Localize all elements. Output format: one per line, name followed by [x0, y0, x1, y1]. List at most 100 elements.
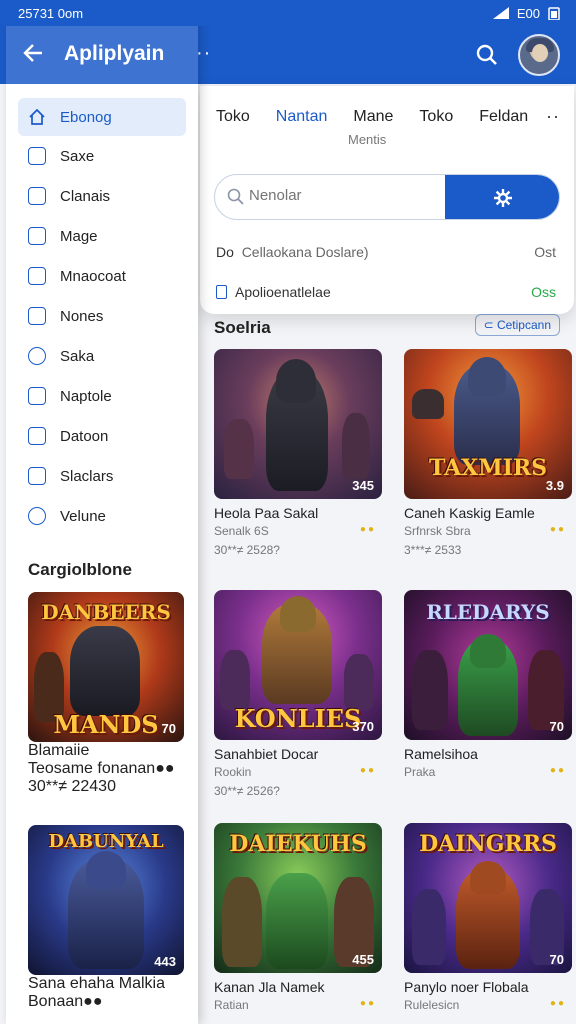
- sidebar-item-label: Nones: [60, 307, 104, 325]
- sidebar-item-label: Slaclars: [60, 467, 114, 485]
- game-badge: 70: [549, 952, 564, 967]
- overflow-dots-icon[interactable]: ··: [196, 42, 211, 65]
- search-input[interactable]: [249, 187, 439, 204]
- rating-dots-icon: ●●: [359, 765, 376, 776]
- game-title: Panylo noer Flobala: [404, 979, 529, 995]
- game-badge: 455: [352, 952, 374, 967]
- filter-row-1-text: Cellaokana Doslare): [241, 244, 369, 260]
- game-card[interactable]: DABUNYAL 443 Sana ehaha Malkia Bonaan●●: [28, 825, 184, 1011]
- tab-mane-subtitle: Mentis: [348, 132, 387, 147]
- game-card[interactable]: DAINGRRS 70 Panylo noer Flobala Rulelesi…: [404, 823, 572, 1012]
- sidebar-item-datoon[interactable]: Datoon: [6, 416, 198, 456]
- filter-row-2[interactable]: Apolioenatlelae Oss: [216, 284, 556, 300]
- game-logo: DAIEKUHS: [229, 831, 367, 857]
- tabs-panel: Toko Nantan Mane Toko Feldan Mentis ·· D…: [200, 86, 574, 314]
- game-meta: 30**≠ 22430: [28, 778, 116, 795]
- person-icon: [28, 507, 46, 525]
- status-icons: E00: [492, 5, 560, 21]
- sidebar-item-label: Ebonog: [60, 108, 112, 126]
- sidebar-item-label: Saxe: [60, 147, 95, 165]
- game-title: Heola Paa Sakal: [214, 505, 319, 521]
- sidebar-item-label: Mage: [60, 227, 98, 245]
- sidebar-item-ebonog[interactable]: Ebonog: [18, 98, 186, 136]
- filter-row-1-value: Ost: [534, 244, 556, 260]
- sidebar-item-velune[interactable]: Velune: [6, 496, 198, 536]
- tab-toko[interactable]: Toko: [216, 108, 250, 126]
- sidebar-item-mage[interactable]: Mage: [6, 216, 198, 256]
- sidebar-item-mnaocoat[interactable]: Mnaocoat: [6, 256, 198, 296]
- game-subtitle: Senalk 6S: [214, 524, 269, 538]
- game-badge: 70: [549, 719, 564, 734]
- game-subtitle: Rookin: [214, 765, 252, 779]
- game-title: Caneh Kaskig Eamle: [404, 505, 535, 521]
- game-card[interactable]: 345 Heola Paa Sakal Senalk 6S ●● 30**≠ 25…: [214, 349, 382, 557]
- game-badge: 70: [161, 721, 176, 736]
- game-card[interactable]: RLEDARYS 70 Ramelsihoa Praka ●●: [404, 590, 572, 784]
- sidebar-item-naptole[interactable]: Naptole: [6, 376, 198, 416]
- sidebar-item-label: Mnaocoat: [60, 267, 126, 285]
- game-title: Sanahbiet Docar: [214, 746, 319, 762]
- rating-dots-icon: ●●: [83, 993, 103, 1010]
- app-screen: 25731 0om E00 ·· Toko Nantan Mane Toko F…: [0, 0, 576, 1024]
- tab-mane[interactable]: Mane: [353, 108, 393, 126]
- rating-dots-icon: ●●: [359, 998, 376, 1009]
- search-submit-button[interactable]: [445, 175, 559, 219]
- square-icon: [28, 427, 46, 445]
- rating-dots-icon: ●●: [549, 524, 566, 535]
- game-title: Kanan Jla Namek: [214, 979, 325, 995]
- game-card[interactable]: TAXMIRS 3.9 Caneh Kaskig Eamle Srfnrsk S…: [404, 349, 572, 557]
- sidebar-item-saxe[interactable]: Saxe: [6, 136, 198, 176]
- game-subtitle: Srfnrsk Sbra: [404, 524, 471, 538]
- tab-bar: Toko Nantan Mane Toko Feldan: [216, 108, 554, 126]
- avatar[interactable]: [518, 34, 560, 76]
- game-thumbnail: 345: [214, 349, 382, 499]
- sidebar-item-label: Datoon: [60, 427, 109, 445]
- game-subtitle: Ratian: [214, 998, 249, 1012]
- drawer-nav-list: Ebonog Saxe Clanais Mage Mnaocoat Nones …: [6, 96, 198, 536]
- game-card[interactable]: KONLIES 370 Sanahbiet Docar Rookin ●● 30*…: [214, 590, 382, 798]
- game-thumbnail: DABUNYAL 443: [28, 825, 184, 975]
- sidebar-item-saka[interactable]: Saka: [6, 336, 198, 376]
- list-icon: [28, 307, 46, 325]
- game-title: Sana ehaha Malkia: [28, 975, 165, 992]
- game-subtitle: Praka: [404, 765, 436, 779]
- sidebar-item-label: Saka: [60, 347, 95, 365]
- tab-toko-2[interactable]: Toko: [419, 108, 453, 126]
- game-card[interactable]: DANBEERS MANDS 70 Blamaiie Teosame fonan…: [28, 592, 184, 796]
- search-bar: [214, 174, 560, 220]
- drawer-header: Apliplyain: [6, 26, 198, 84]
- tab-feldan[interactable]: Feldan: [479, 108, 528, 126]
- rating-dots-icon: ●●: [549, 998, 566, 1009]
- sidebar-item-nones[interactable]: Nones: [6, 296, 198, 336]
- game-thumbnail: DAIEKUHS 455: [214, 823, 382, 973]
- search-field-icon: [227, 188, 244, 205]
- sidebar-item-slaclars[interactable]: Slaclars: [6, 456, 198, 496]
- game-badge: 443: [154, 954, 176, 969]
- tab-nantan[interactable]: Nantan: [276, 108, 328, 126]
- filter-row-1-label: Do: [216, 244, 234, 260]
- filter-row-2-value: Oss: [531, 284, 556, 300]
- back-arrow-icon[interactable]: [22, 42, 44, 64]
- more-tabs-icon[interactable]: ··: [546, 106, 560, 127]
- rating-dots-icon: ●●: [549, 765, 566, 776]
- game-logo: RLEDARYS: [426, 600, 550, 624]
- search-icon[interactable]: [476, 44, 498, 66]
- battery-text: E00: [516, 5, 540, 21]
- navigation-drawer: Apliplyain Ebonog Saxe Clanais Mage Mnao…: [6, 0, 198, 1024]
- document-icon: [216, 285, 227, 299]
- main-content: Toko Nantan Mane Toko Feldan Mentis ·· D…: [198, 84, 576, 1024]
- rating-dots-icon: ●●: [155, 760, 175, 777]
- category-chip[interactable]: ⊂ Cetipcann: [474, 314, 560, 336]
- game-meta: 30**≠ 2528?: [214, 543, 280, 557]
- game-badge: 3.9: [545, 478, 564, 493]
- sidebar-item-clanais[interactable]: Clanais: [6, 176, 198, 216]
- circle-icon: [28, 347, 46, 365]
- game-thumbnail: KONLIES 370: [214, 590, 382, 740]
- sidebar-item-label: Velune: [60, 507, 106, 525]
- home-icon: [29, 108, 45, 125]
- game-thumbnail: TAXMIRS 3.9: [404, 349, 572, 499]
- game-card[interactable]: DAIEKUHS 455 Kanan Jla Namek Ratian ●●: [214, 823, 382, 1012]
- game-logo: DAINGRRS: [419, 831, 557, 857]
- filter-row-1[interactable]: Do Cellaokana Doslare) Ost: [216, 244, 556, 260]
- game-subtitle: Teosame fonanan: [28, 760, 156, 777]
